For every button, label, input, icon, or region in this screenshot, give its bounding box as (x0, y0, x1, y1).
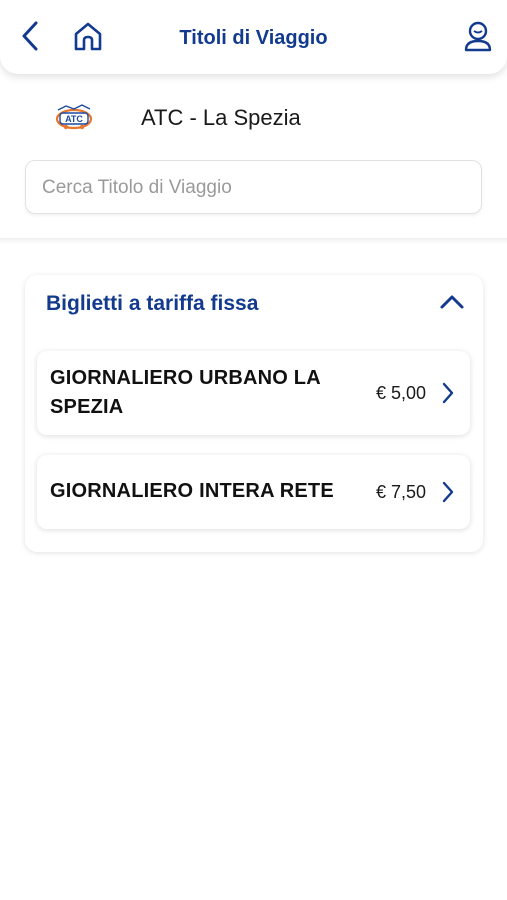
operator-row: ATC ATC - La Spezia (0, 90, 507, 146)
user-icon (463, 20, 493, 57)
chevron-left-icon (19, 20, 41, 57)
ticket-section-card: Biglietti a tariffa fissa GIORNALIERO UR… (25, 275, 483, 552)
chevron-up-icon (439, 293, 465, 316)
ticket-item-giornaliero-urbano[interactable]: GIORNALIERO URBANO LA SPEZIA € 5,00 (37, 351, 470, 435)
ticket-name: GIORNALIERO URBANO LA SPEZIA (50, 367, 321, 418)
chevron-right-icon (438, 381, 458, 405)
top-bar: Titoli di Viaggio (0, 0, 507, 74)
ticket-price: € 7,50 (375, 482, 426, 502)
ticket-price: € 5,00 (375, 383, 426, 403)
ticket-item-giornaliero-intera-rete[interactable]: GIORNALIERO INTERA RETE € 7,50 (37, 455, 470, 529)
atc-logo: ATC (52, 100, 96, 134)
home-button[interactable] (68, 18, 108, 58)
search-box (25, 160, 482, 215)
page: Titoli di Viaggio ATC ATC - La Spezia Ce… (0, 0, 507, 900)
profile-button[interactable] (458, 18, 498, 58)
home-icon (72, 20, 104, 57)
svg-text:ATC: ATC (65, 114, 83, 124)
section-divider (0, 238, 507, 244)
operator-name: ATC - La Spezia (141, 105, 301, 130)
chevron-right-icon (438, 480, 458, 504)
collapse-section-button[interactable] (435, 287, 469, 321)
page-title: Titoli di Viaggio (179, 27, 328, 49)
ticket-name: GIORNALIERO INTERA RETE (50, 480, 334, 502)
back-button[interactable] (10, 18, 50, 58)
search-input[interactable] (40, 161, 464, 215)
section-title: Biglietti a tariffa fissa (46, 292, 259, 315)
